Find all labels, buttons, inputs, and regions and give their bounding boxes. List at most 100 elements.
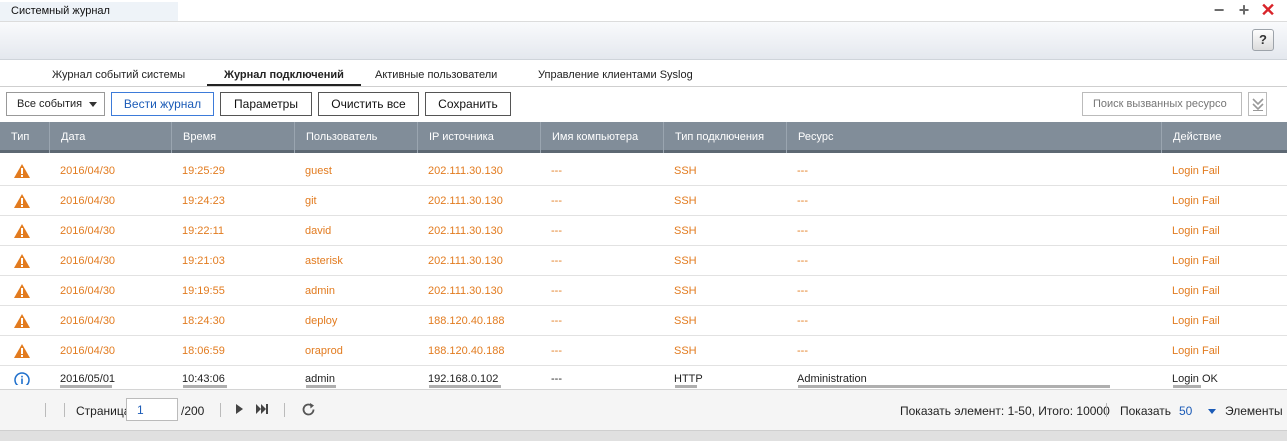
- cell-source-ip: 188.120.40.188: [428, 345, 505, 357]
- page-label: Страница: [76, 404, 131, 418]
- cell-date: 2016/04/30: [60, 195, 116, 207]
- page-size-select[interactable]: 50: [1174, 404, 1216, 420]
- cell-action: Login Fail: [1172, 285, 1220, 297]
- column-header-time[interactable]: Время: [171, 122, 294, 153]
- cell-resource: ---: [797, 225, 808, 237]
- event-filter-value: Все события: [17, 98, 83, 110]
- search-input[interactable]: [1082, 92, 1242, 116]
- table-row[interactable]: 2016/04/30 19:21:03 asterisk 202.111.30.…: [0, 246, 1287, 276]
- cell-computer-name: ---: [551, 255, 562, 267]
- cell-time: 18:24:30: [182, 315, 225, 327]
- chevron-down-icon: [1208, 409, 1216, 414]
- cell-connection-type: SSH: [674, 345, 697, 357]
- cell-user: git: [305, 195, 317, 207]
- tab-syslog-clients[interactable]: Управление клиентами Syslog: [538, 69, 693, 81]
- page-number-input[interactable]: [126, 398, 178, 421]
- items-label: Элементы: [1225, 404, 1283, 418]
- warning-icon: [0, 336, 44, 366]
- cell-source-ip: 202.111.30.130: [428, 255, 503, 267]
- save-button[interactable]: Сохранить: [425, 92, 511, 116]
- column-header-date[interactable]: Дата: [49, 122, 171, 153]
- cell-connection-type: SSH: [674, 195, 697, 207]
- tab-connections-log[interactable]: Журнал подключений: [207, 69, 361, 86]
- bottom-strip: [0, 430, 1287, 441]
- cell-time: 19:22:11: [182, 225, 225, 237]
- page-total: /200: [181, 404, 205, 418]
- minimize-icon[interactable]: −: [1211, 1, 1227, 19]
- cell-computer-name: ---: [551, 225, 562, 237]
- chevron-down-icon: [89, 102, 97, 107]
- close-icon[interactable]: ✕: [1260, 1, 1276, 19]
- cell-computer-name: ---: [551, 165, 562, 177]
- cell-connection-type: SSH: [674, 255, 697, 267]
- cell-computer-name: ---: [551, 345, 562, 357]
- next-page-icon[interactable]: [234, 402, 245, 416]
- column-header-source-ip[interactable]: IP источника: [417, 122, 540, 153]
- cell-date: 2016/04/30: [60, 285, 116, 297]
- last-page-icon[interactable]: [255, 402, 269, 416]
- warning-icon: [0, 246, 44, 276]
- column-header-resource[interactable]: Ресурс: [786, 122, 1161, 153]
- table-row[interactable]: 2016/04/30 19:24:23 git 202.111.30.130 -…: [0, 186, 1287, 216]
- cell-time: 19:25:29: [182, 165, 225, 177]
- start-logging-button[interactable]: Вести журнал: [111, 92, 214, 116]
- cell-source-ip: 202.111.30.130: [428, 195, 503, 207]
- cell-user: oraprod: [305, 345, 343, 357]
- table-row[interactable]: 2016/04/30 18:24:30 deploy 188.120.40.18…: [0, 306, 1287, 336]
- event-filter-select[interactable]: Все события: [6, 92, 105, 116]
- column-header-type[interactable]: Тип: [0, 122, 44, 153]
- table-row[interactable]: 2016/04/30 19:19:55 admin 202.111.30.130…: [0, 276, 1287, 306]
- cell-date: 2016/04/30: [60, 225, 116, 237]
- table-row[interactable]: 2016/04/30 19:22:11 david 202.111.30.130…: [0, 216, 1287, 246]
- cell-resource: ---: [797, 165, 808, 177]
- cell-date: 2016/04/30: [60, 165, 116, 177]
- clear-all-button[interactable]: Очистить все: [318, 92, 419, 116]
- warning-icon: [0, 276, 44, 306]
- collapse-toolbar-button[interactable]: [1248, 92, 1267, 116]
- separator: [45, 403, 46, 417]
- main-panel: Журнал событий системы Журнал подключени…: [0, 60, 1287, 430]
- cell-time: 18:06:59: [182, 345, 225, 357]
- cell-source-ip: 202.111.30.130: [428, 285, 503, 297]
- toolbar: Все события Вести журнал Параметры Очист…: [0, 87, 1287, 122]
- help-button[interactable]: ?: [1252, 29, 1274, 51]
- cell-time: 19:24:23: [182, 195, 225, 207]
- cell-date: 2016/04/30: [60, 255, 116, 267]
- refresh-icon[interactable]: [301, 402, 316, 417]
- log-table: Тип Дата Время Пользователь IP источника…: [0, 122, 1287, 389]
- cell-resource: ---: [797, 345, 808, 357]
- warning-icon: [0, 306, 44, 336]
- warning-icon: [0, 186, 44, 216]
- cell-connection-type: SSH: [674, 225, 697, 237]
- page-size-value: 50: [1179, 404, 1193, 418]
- table-row[interactable]: 2016/04/30 18:06:59 oraprod 188.120.40.1…: [0, 336, 1287, 366]
- cell-connection-type: SSH: [674, 165, 697, 177]
- double-chevron-down-icon: [1252, 98, 1264, 111]
- cell-resource: ---: [797, 285, 808, 297]
- table-row[interactable]: 2016/04/30 19:25:29 guest 202.111.30.130…: [0, 156, 1287, 186]
- column-header-computer-name[interactable]: Имя компьютера: [540, 122, 663, 153]
- cell-source-ip: 202.111.30.130: [428, 165, 503, 177]
- cell-date: 2016/04/30: [60, 345, 116, 357]
- separator: [220, 403, 221, 417]
- tab-active-users[interactable]: Активные пользователи: [375, 69, 497, 81]
- options-button[interactable]: Параметры: [220, 92, 312, 116]
- cell-action: Login Fail: [1172, 255, 1220, 267]
- tab-system-events[interactable]: Журнал событий системы: [52, 69, 185, 81]
- cell-action: Login Fail: [1172, 315, 1220, 327]
- separator: [64, 403, 65, 417]
- warning-icon: [0, 156, 44, 186]
- cell-source-ip: 188.120.40.188: [428, 315, 505, 327]
- separator: [284, 403, 285, 417]
- column-header-action[interactable]: Действие: [1161, 122, 1287, 153]
- show-label: Показать: [1120, 404, 1172, 418]
- cell-user: deploy: [305, 315, 338, 327]
- cell-action: Login Fail: [1172, 195, 1220, 207]
- cell-resource: ---: [797, 315, 808, 327]
- cell-computer-name: ---: [551, 285, 562, 297]
- column-header-connection-type[interactable]: Тип подключения: [663, 122, 786, 153]
- column-header-user[interactable]: Пользователь: [294, 122, 417, 153]
- pagination-bar: Страница /200 Показать элемент: 1-50, Ит…: [0, 389, 1287, 430]
- add-icon[interactable]: +: [1236, 1, 1252, 19]
- cell-date: 2016/04/30: [60, 315, 116, 327]
